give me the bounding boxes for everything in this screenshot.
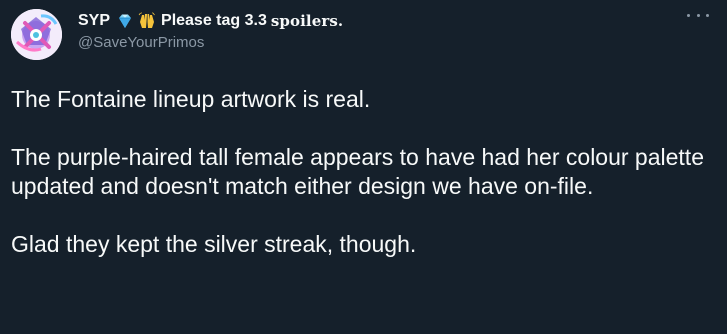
tweet-text: The Fontaine lineup artwork is real. The… — [11, 85, 716, 259]
display-name-suffix: Please tag 3.3 — [161, 12, 267, 29]
more-dot — [706, 13, 709, 17]
tweet-paragraph: Glad they kept the silver streak, though… — [11, 231, 417, 257]
display-name[interactable]: SYP — [78, 12, 110, 30]
more-dot — [687, 13, 690, 17]
more-dot — [696, 13, 700, 17]
tweet: SYP Please tag 3.3 spoilers. @SaveYourPr… — [0, 0, 727, 334]
tweet-header: SYP Please tag 3.3 spoilers. @SaveYourPr… — [78, 10, 687, 53]
tweet-paragraph: The purple-haired tall female appears to… — [11, 144, 704, 199]
author-name-row[interactable]: SYP Please tag 3.3 spoilers. — [78, 10, 687, 32]
more-horizontal-icon[interactable] — [687, 6, 709, 24]
user-handle[interactable]: @SaveYourPrimos — [78, 33, 687, 53]
raising-hands-icon — [138, 12, 156, 30]
display-name-suffix-styled: spoilers. — [270, 12, 344, 30]
avatar[interactable] — [11, 9, 62, 60]
tweet-paragraph: The Fontaine lineup artwork is real. — [11, 86, 371, 112]
avatar-image — [11, 9, 62, 60]
gem-icon — [116, 12, 134, 30]
